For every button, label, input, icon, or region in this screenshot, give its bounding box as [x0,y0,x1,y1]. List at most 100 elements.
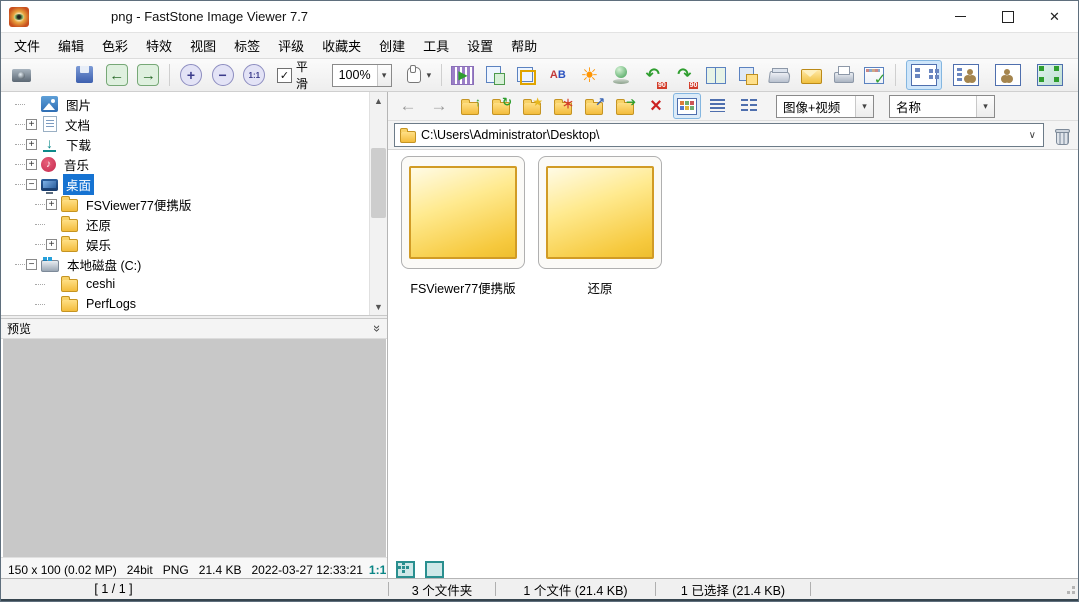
recycle-bin-button[interactable] [1050,124,1072,146]
menu-item-11[interactable]: 设置 [458,32,502,59]
acquire-scanner-button[interactable] [765,61,795,89]
browse-view-button[interactable] [906,60,942,90]
rotate-right-button[interactable]: ↷ [670,61,700,89]
menu-item-3[interactable]: 色彩 [93,32,137,59]
tree-item-本地磁盘 (C:)[interactable]: − 本地磁盘 (C:) [1,254,370,274]
tree-item-桌面[interactable]: −桌面 [1,174,370,194]
hand-tool-dropdown-icon[interactable]: ▾ [427,70,432,81]
red-eye-removal-button[interactable] [606,61,636,89]
minimize-icon [955,16,966,17]
tree-item-label: FSViewer77便携版 [83,194,194,215]
fit-window-icon[interactable] [396,561,415,578]
menu-item-1[interactable]: 文件 [5,32,49,59]
details-view-button[interactable] [704,93,732,119]
save-as-button[interactable] [70,61,100,89]
expand-icon[interactable]: + [26,139,37,150]
import-photos-button[interactable] [7,61,37,89]
zoom-level-combo[interactable]: 100%▾ [332,64,392,87]
scroll-down-icon[interactable]: ▼ [370,298,387,315]
address-bar[interactable]: C:\Users\Administrator\Desktop\ ∨ [394,123,1044,147]
file-item[interactable]: FSViewer77便携版 [400,156,526,297]
menu-item-12[interactable]: 帮助 [502,32,546,59]
slideshow-button[interactable]: ▶ [448,61,478,89]
menu-item-9[interactable]: 创建 [370,32,414,59]
menu-item-10[interactable]: 工具 [414,32,458,59]
fullscreen-preview-icon[interactable] [425,561,444,578]
tree-item-文档[interactable]: +文档 [1,114,370,134]
thumbnail-strip-view-button[interactable] [948,60,984,90]
hand-tool-button[interactable]: ▾ [398,61,436,89]
scrollbar-thumb[interactable] [371,148,386,218]
list-view-button[interactable] [735,93,763,119]
zoom-in-button[interactable]: + [176,61,206,89]
minimize-button[interactable] [937,1,984,32]
actual-size-button[interactable]: 1:1 [239,61,269,89]
resize-button[interactable] [480,61,510,89]
menu-item-8[interactable]: 收藏夹 [313,32,370,59]
filter-dropdown-icon[interactable]: ▾ [855,96,873,117]
zoom-dropdown-icon[interactable]: ▾ [377,65,391,86]
back-button[interactable]: ← [394,93,422,119]
forward-button[interactable]: → [425,93,453,119]
collapse-icon[interactable]: − [26,179,37,190]
new-folder-button[interactable]: ＊ [549,93,577,119]
tree-item-label: 本地磁盘 (C:) [64,254,144,275]
smooth-checkbox[interactable]: ✓平滑 [277,58,320,92]
import-photos-icon [10,63,34,87]
resize-grip[interactable] [1065,584,1075,594]
open-file-button[interactable] [39,61,69,89]
thumbnails-view-button[interactable] [673,93,701,119]
tree-item-音乐[interactable]: +音乐 [1,154,370,174]
previous-image-button[interactable]: ← [102,61,132,89]
zoom-out-button[interactable]: − [208,61,238,89]
drive-icon [41,260,59,272]
up-folder-button[interactable]: ↑ [456,93,484,119]
rotate-left-button[interactable]: ↶ [638,61,668,89]
rename-button[interactable]: AB [543,61,573,89]
tree-item-FSViewer77便携版[interactable]: + FSViewer77便携版 [1,194,370,214]
collapse-preview-icon[interactable]: » [370,325,385,332]
file-item[interactable]: 还原 [537,156,663,297]
next-image-button[interactable]: → [134,61,164,89]
refresh-folder-button[interactable]: ↻ [487,93,515,119]
compare-images-button[interactable] [701,61,731,89]
menu-item-5[interactable]: 视图 [181,32,225,59]
tree-item-图片[interactable]: 图片 [1,94,370,114]
tree-connector [15,104,25,105]
print-button[interactable] [828,61,858,89]
menu-item-6[interactable]: 标签 [225,32,269,59]
expand-icon[interactable]: + [26,119,37,130]
menu-item-2[interactable]: 编辑 [49,32,93,59]
tree-item-ceshi[interactable]: ceshi [1,274,370,294]
crop-button[interactable] [511,61,541,89]
menu-item-7[interactable]: 评级 [269,32,313,59]
email-button[interactable] [796,61,826,89]
copy-to-folder-button[interactable]: ↗ [580,93,608,119]
favorites-folder-button[interactable]: ★ [518,93,546,119]
sort-combo[interactable]: 名称▾ [889,95,995,118]
fullscreen-button[interactable] [1032,60,1068,90]
filter-combo[interactable]: 图像+视频▾ [776,95,874,118]
collapse-icon[interactable]: − [26,259,37,270]
expand-icon[interactable]: + [26,159,37,170]
tree-item-下载[interactable]: +下载 [1,134,370,154]
delete-icon: × [646,96,666,116]
scroll-up-icon[interactable]: ▲ [370,92,387,109]
full-window-view-button[interactable] [990,60,1026,90]
tree-item-PerfLogs[interactable]: PerfLogs [1,294,370,314]
address-dropdown-icon[interactable]: ∨ [1029,130,1038,141]
settings-button[interactable] [859,61,889,89]
expand-icon[interactable]: + [46,239,57,250]
copy-move-button[interactable] [733,61,763,89]
adjust-colors-button[interactable]: ☀ [575,61,605,89]
tree-item-还原[interactable]: 还原 [1,214,370,234]
tree-item-娱乐[interactable]: +娱乐 [1,234,370,254]
tree-scrollbar[interactable]: ▲ ▼ [369,92,387,315]
sort-dropdown-icon[interactable]: ▾ [976,96,994,117]
move-to-folder-button[interactable]: ➔ [611,93,639,119]
delete-button[interactable]: × [642,93,670,119]
close-button[interactable]: ✕ [1031,1,1078,32]
maximize-button[interactable] [984,1,1031,32]
menu-item-4[interactable]: 特效 [137,32,181,59]
expand-icon[interactable]: + [46,199,57,210]
